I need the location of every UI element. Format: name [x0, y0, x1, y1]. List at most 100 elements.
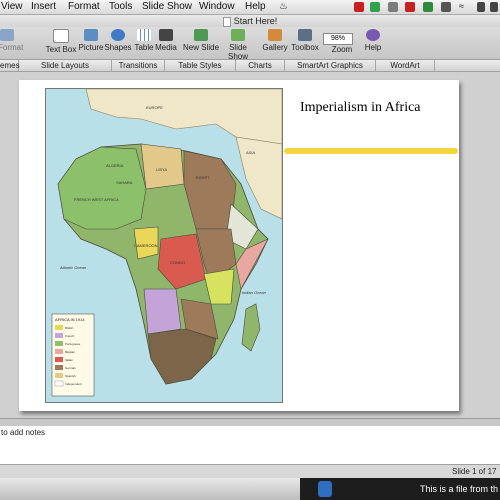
app-status-icon[interactable]: [370, 2, 380, 12]
tab-table-styles[interactable]: Table Styles: [165, 60, 236, 71]
angola-region: [143, 288, 182, 335]
zoom-value: 98%: [330, 35, 345, 42]
menu-slide-show[interactable]: Slide Show: [142, 1, 192, 12]
notes-pane[interactable]: to add notes: [0, 426, 500, 464]
legend-label: Independent: [65, 382, 82, 386]
slide-counter: Slide 1 of 17: [452, 467, 497, 476]
script-icon[interactable]: ♨: [279, 1, 288, 12]
dock-app-icon[interactable]: [318, 481, 332, 497]
bluetooth-icon[interactable]: [441, 2, 451, 12]
record-icon[interactable]: [354, 2, 364, 12]
map-label-atlantic-ocean: Atlantic Ocean: [59, 265, 87, 270]
menu-tools[interactable]: Tools: [109, 1, 132, 12]
legend-swatch: [54, 380, 64, 387]
wifi-icon[interactable]: ≈: [459, 1, 464, 11]
window-title-bar: Start Here!: [0, 15, 500, 27]
south-africa-region: [147, 328, 217, 385]
table-label: Table: [134, 43, 154, 52]
tab-charts[interactable]: Charts: [236, 60, 285, 71]
shapes-button[interactable]: Shapes: [104, 29, 132, 52]
zoom-select[interactable]: 98%: [323, 33, 353, 45]
map-label-french-west-africa: FRENCH WEST AFRICA: [74, 197, 119, 202]
map-label-congo: CONGO: [170, 260, 185, 265]
table-button[interactable]: Table: [133, 29, 155, 52]
zoom-label-container: Zoom: [330, 45, 354, 54]
legend-label: Belgian: [65, 350, 75, 354]
menu-view[interactable]: View: [1, 1, 23, 12]
adobe-icon[interactable]: [405, 2, 415, 12]
africa-map-image[interactable]: AFRICA IN 1914 British French Portuguese…: [45, 88, 283, 403]
picture-icon: [84, 29, 98, 41]
legend-swatch: [55, 341, 63, 346]
help-icon: [366, 29, 380, 41]
picture-button[interactable]: Picture: [78, 29, 104, 52]
menu-format[interactable]: Format: [68, 1, 100, 12]
table-icon: [137, 29, 151, 41]
toolbox-label: Toolbox: [291, 43, 319, 52]
legend-swatch: [55, 365, 63, 370]
french-west-africa-region: [57, 146, 147, 230]
legend-swatch: [55, 357, 63, 362]
menu-help[interactable]: Help: [245, 1, 266, 12]
menu-insert[interactable]: Insert: [31, 1, 56, 12]
toolbox-button[interactable]: Toolbox: [290, 29, 320, 52]
gallery-label: Gallery: [262, 43, 288, 52]
legend-label: Italian: [65, 358, 73, 362]
tab-themes[interactable]: emes: [0, 60, 20, 71]
legend-label: Spanish: [65, 374, 76, 378]
format-label: Format: [0, 43, 24, 52]
new-slide-button[interactable]: New Slide: [183, 29, 219, 52]
map-label-sahara: SAHARA: [116, 180, 133, 185]
zoom-label: Zoom: [331, 45, 353, 54]
battery-icon[interactable]: [490, 2, 498, 12]
slide-show-label: Slide Show: [227, 43, 248, 61]
notes-placeholder: to add notes: [1, 428, 46, 437]
menu-window[interactable]: Window: [199, 1, 235, 12]
tab-wordart[interactable]: WordArt: [376, 60, 435, 71]
legend-label: Portuguese: [65, 342, 81, 346]
volume-icon[interactable]: [477, 2, 485, 12]
format-icon: [0, 29, 14, 41]
map-label-cameroon: CAMEROON: [134, 243, 158, 248]
map-label-indian-ocean: Indian Ocean: [242, 290, 267, 295]
tab-transitions[interactable]: Transitions: [112, 60, 165, 71]
menu-bar: View Insert Format Tools Slide Show Wind…: [0, 0, 500, 15]
tab-slide-layouts[interactable]: Slide Layouts: [19, 60, 112, 71]
standard-toolbar: Format Text Box Picture Shapes Table Med…: [0, 27, 500, 61]
map-label-asia: ASIA: [246, 150, 255, 155]
slide-show-button[interactable]: Slide Show: [219, 29, 257, 61]
gallery-button[interactable]: Gallery: [262, 29, 288, 52]
video-caption: This is a file from th: [420, 484, 499, 494]
media-label: Media: [155, 43, 177, 52]
legend-swatch: [55, 325, 63, 330]
picture-label: Picture: [78, 43, 104, 52]
shapes-icon: [111, 29, 125, 41]
map-label-algeria: ALGERIA: [106, 163, 124, 168]
new-slide-label: New Slide: [183, 43, 220, 52]
toolbox-icon: [298, 29, 312, 41]
media-icon: [159, 29, 173, 41]
camera-icon[interactable]: [388, 2, 398, 12]
map-legend-title: AFRICA IN 1914: [55, 317, 85, 322]
help-button[interactable]: Help: [361, 29, 385, 52]
map-label-egypt: EGYPT: [196, 175, 210, 180]
format-button[interactable]: Format: [0, 29, 23, 52]
europe-landmass: [85, 89, 282, 145]
media-button[interactable]: Media: [155, 29, 177, 52]
slide-show-icon: [231, 29, 245, 41]
sync-icon[interactable]: [423, 2, 433, 12]
text-box-icon: [53, 29, 69, 43]
window-title: Start Here!: [233, 16, 278, 26]
text-box-button[interactable]: Text Box: [45, 29, 77, 54]
legend-swatch: [55, 373, 63, 378]
slide-title[interactable]: Imperialism in Africa: [300, 100, 421, 116]
legend-swatch: [55, 349, 63, 354]
legend-label: British: [65, 326, 74, 330]
gallery-icon: [268, 29, 282, 41]
africa-map-svg: AFRICA IN 1914 British French Portuguese…: [51, 89, 282, 397]
help-label: Help: [364, 43, 382, 52]
highlight-stroke[interactable]: [284, 148, 458, 154]
legend-swatch: [55, 333, 63, 338]
tab-smartart-graphics[interactable]: SmartArt Graphics: [285, 60, 376, 71]
document-icon: [222, 16, 231, 27]
